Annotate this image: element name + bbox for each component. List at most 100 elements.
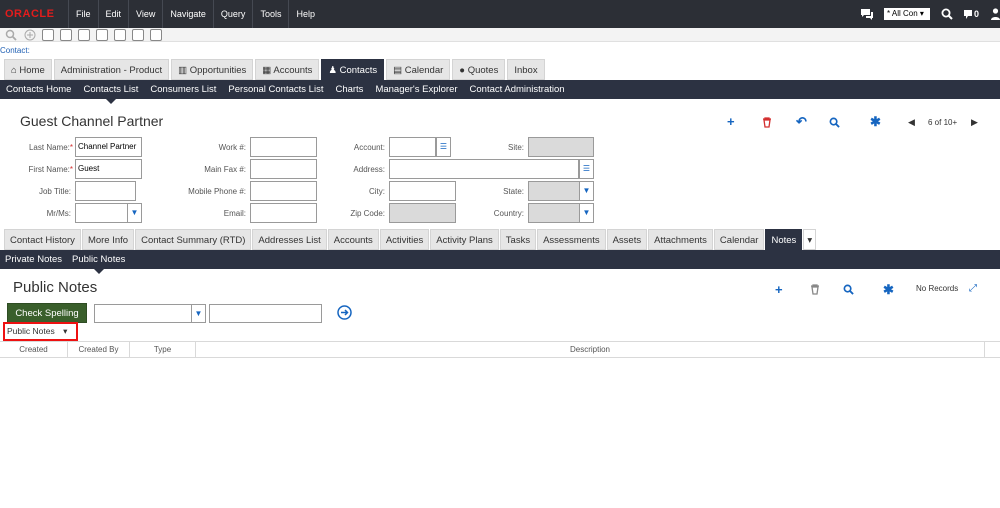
view-managers-explorer[interactable]: Manager's Explorer xyxy=(369,80,463,99)
tab-contact-history[interactable]: Contact History xyxy=(4,229,81,250)
column-type[interactable]: Type xyxy=(130,342,196,359)
job-title-field[interactable] xyxy=(75,181,136,201)
address-field[interactable] xyxy=(389,159,579,179)
menu-tools[interactable]: Tools xyxy=(252,0,288,28)
home-icon: ⌂ xyxy=(11,65,17,76)
tab-calendar-detail[interactable]: Calendar xyxy=(713,229,765,250)
menu-navigate[interactable]: Navigate xyxy=(162,0,213,28)
report-icon[interactable] xyxy=(114,29,126,41)
user-icon[interactable] xyxy=(991,8,1000,20)
tab-label: Inbox xyxy=(514,65,538,76)
expand-icon[interactable]: ⤢ xyxy=(969,283,977,294)
notifications-icon[interactable] xyxy=(963,9,973,20)
copy-record-icon[interactable] xyxy=(60,29,72,41)
menu-edit[interactable]: Edit xyxy=(97,0,129,28)
save-record-icon[interactable] xyxy=(42,29,54,41)
account-picker-icon[interactable]: ☰ xyxy=(436,137,451,157)
state-label: State: xyxy=(503,187,524,196)
address-picker-icon[interactable]: ☰ xyxy=(579,159,594,179)
tab-accounts-detail[interactable]: Accounts xyxy=(327,229,379,250)
menu-query[interactable]: Query xyxy=(212,0,253,28)
main-menu: File Edit View Navigate Query Tools Help xyxy=(68,0,322,28)
country-dropdown-icon[interactable]: ▼ xyxy=(579,203,594,223)
search-scope-select[interactable]: * All Con ▾ xyxy=(884,8,930,20)
tab-inbox[interactable]: Inbox xyxy=(507,59,545,80)
delete-icon[interactable] xyxy=(762,117,772,128)
mobile-phone-field[interactable] xyxy=(250,181,317,201)
print-icon[interactable] xyxy=(132,29,144,41)
tab-assessments[interactable]: Assessments xyxy=(537,229,606,250)
go-arrow-icon[interactable] xyxy=(337,305,352,320)
tab-activities[interactable]: Activities xyxy=(379,229,430,250)
tab-accounts[interactable]: ▦ Accounts xyxy=(255,59,320,80)
tab-activity-plans[interactable]: Activity Plans xyxy=(430,229,499,250)
state-select[interactable] xyxy=(528,181,580,201)
mr-ms-label: Mr/Ms: xyxy=(46,209,71,218)
tab-notes[interactable]: Notes xyxy=(765,229,803,250)
edit-icon[interactable] xyxy=(96,29,108,41)
chart-icon[interactable] xyxy=(150,29,162,41)
mr-ms-dropdown-icon[interactable]: ▼ xyxy=(127,203,142,223)
oracle-logo: ORACLE xyxy=(5,8,55,20)
work-phone-field[interactable] xyxy=(250,137,317,157)
email-field[interactable] xyxy=(250,203,317,223)
view-public-notes[interactable]: Public Notes xyxy=(67,250,130,274)
view-contacts-home[interactable]: Contacts Home xyxy=(0,80,77,99)
check-spelling-button[interactable]: Check Spelling xyxy=(7,303,87,323)
tab-assets[interactable]: Assets xyxy=(606,229,648,250)
query-field-select[interactable] xyxy=(94,304,192,323)
view-charts[interactable]: Charts xyxy=(329,80,369,99)
query-notes-icon[interactable] xyxy=(843,284,854,295)
account-field[interactable] xyxy=(389,137,436,157)
next-record-icon[interactable]: ▶ xyxy=(971,117,978,128)
new-note-icon[interactable]: + xyxy=(775,282,783,297)
new-record-icon[interactable]: + xyxy=(727,114,735,129)
link-icon[interactable] xyxy=(78,29,90,41)
tab-more-info[interactable]: More Info xyxy=(81,229,135,250)
view-personal-contacts-list[interactable]: Personal Contacts List xyxy=(222,80,329,99)
tab-contact-summary-rtd[interactable]: Contact Summary (RTD) xyxy=(135,229,252,250)
more-tabs-dropdown-icon[interactable]: ▾ xyxy=(803,229,817,250)
tab-label: Quotes xyxy=(467,65,499,76)
column-created-by[interactable]: Created By xyxy=(68,342,130,359)
query-icon[interactable] xyxy=(829,117,840,128)
country-select[interactable] xyxy=(528,203,580,223)
chat-icon[interactable] xyxy=(860,8,874,20)
email-label: Email: xyxy=(223,209,246,218)
tab-calendar[interactable]: ▤ Calendar xyxy=(386,59,451,80)
first-name-field[interactable]: Guest xyxy=(75,159,142,179)
settings-gear-icon[interactable]: ✱ xyxy=(870,114,881,130)
main-fax-field[interactable] xyxy=(250,159,317,179)
tab-tasks[interactable]: Tasks xyxy=(499,229,537,250)
last-name-field[interactable]: Channel Partner xyxy=(75,137,142,157)
search-icon[interactable] xyxy=(941,8,953,20)
previous-record-icon[interactable]: ◀ xyxy=(908,117,915,128)
view-private-notes[interactable]: Private Notes xyxy=(0,250,67,269)
tab-administration-product[interactable]: Administration - Product xyxy=(53,59,170,80)
list-settings-gear-icon[interactable]: ✱ xyxy=(883,282,894,298)
tab-opportunities[interactable]: ▥ Opportunities xyxy=(171,59,254,80)
query-field-dropdown-icon[interactable]: ▼ xyxy=(191,304,206,323)
search-toolbar-icon[interactable] xyxy=(5,29,17,41)
tab-addresses-list[interactable]: Addresses List xyxy=(252,229,327,250)
notes-type-select[interactable]: Public Notes ▾ xyxy=(3,322,78,341)
mr-ms-select[interactable] xyxy=(75,203,128,223)
city-field[interactable] xyxy=(389,181,456,201)
view-consumers-list[interactable]: Consumers List xyxy=(144,80,222,99)
tab-contacts[interactable]: ♟ Contacts xyxy=(321,59,385,80)
add-circle-icon[interactable] xyxy=(24,29,36,41)
column-description[interactable]: Description xyxy=(196,342,985,359)
tab-quotes[interactable]: ● Quotes xyxy=(452,59,506,80)
column-created[interactable]: Created xyxy=(0,342,68,359)
view-contacts-list[interactable]: Contacts List xyxy=(77,80,144,104)
query-value-input[interactable] xyxy=(209,304,322,323)
undo-icon[interactable]: ↶ xyxy=(796,114,807,130)
tab-home[interactable]: ⌂ Home xyxy=(4,59,52,80)
tab-attachments[interactable]: Attachments xyxy=(648,229,713,250)
menu-view[interactable]: View xyxy=(128,0,162,28)
delete-note-icon[interactable] xyxy=(810,284,820,295)
menu-help[interactable]: Help xyxy=(288,0,322,28)
state-dropdown-icon[interactable]: ▼ xyxy=(579,181,594,201)
menu-file[interactable]: File xyxy=(68,0,98,28)
view-contact-administration[interactable]: Contact Administration xyxy=(464,80,571,99)
